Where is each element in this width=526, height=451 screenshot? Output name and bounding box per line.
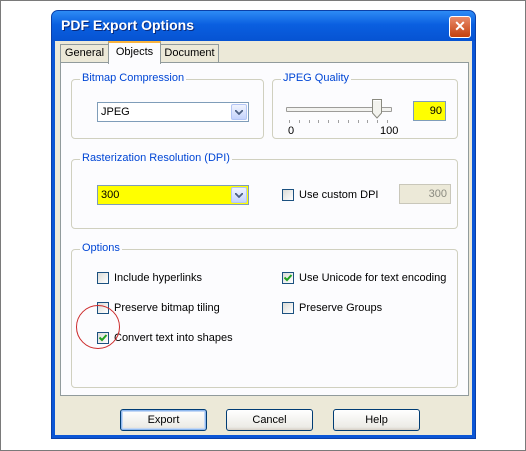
slider-tick [357, 120, 359, 123]
dialog-title: PDF Export Options [61, 17, 194, 33]
jpeg-quality-input[interactable]: 90 [413, 101, 446, 121]
bitmap-compression-value: JPEG [101, 106, 130, 118]
chevron-down-icon[interactable] [231, 104, 247, 120]
slider-tick [308, 120, 310, 123]
export-button[interactable]: Export [120, 409, 207, 431]
rasterization-dpi-value: 300 [101, 189, 120, 201]
include-hyperlinks-checkbox[interactable] [97, 272, 109, 284]
close-button[interactable]: ✕ [449, 16, 471, 38]
tab-document-label: Document [164, 47, 215, 59]
rasterization-group: Rasterization Resolution (DPI) 300 Use c… [71, 152, 458, 229]
tab-objects[interactable]: Objects [108, 41, 161, 64]
dialog-client-area: General Objects Document Bitmap Compress… [55, 41, 472, 435]
slider-tick [338, 120, 339, 123]
slider-tick [298, 120, 300, 123]
annotation-circle [76, 305, 120, 349]
use-unicode-label: Use Unicode for text encoding [299, 272, 447, 284]
preserve-bitmap-tiling-label: Preserve bitmap tiling [114, 302, 220, 314]
tab-objects-label: Objects [115, 46, 154, 58]
checkmark-icon [283, 274, 293, 282]
slider-tick [328, 120, 330, 123]
options-label: Options [80, 242, 122, 254]
options-group: Options Include hyperlinks Use Unicode f… [71, 242, 458, 388]
slider-tick [289, 120, 290, 123]
use-unicode-checkbox[interactable] [282, 272, 294, 284]
jpeg-quality-slider-thumb[interactable] [372, 99, 383, 119]
jpeg-quality-value: 90 [429, 105, 442, 117]
custom-dpi-label: Use custom DPI [299, 189, 379, 201]
chevron-down-icon[interactable] [231, 187, 247, 203]
bitmap-compression-group: Bitmap Compression JPEG [71, 72, 264, 139]
jpeg-quality-group: JPEG Quality 0 100 90 [272, 72, 458, 139]
rasterization-label: Rasterization Resolution (DPI) [80, 152, 232, 164]
bitmap-compression-select[interactable]: JPEG [97, 102, 249, 122]
custom-dpi-value: 300 [428, 188, 447, 200]
preserve-groups-label: Preserve Groups [299, 302, 383, 314]
dialog-window: PDF Export Options ✕ General Objects Doc… [51, 10, 476, 439]
help-button[interactable]: Help [333, 409, 420, 431]
jpeg-quality-min-label: 0 [288, 125, 295, 137]
jpeg-quality-label: JPEG Quality [281, 72, 352, 84]
tab-document[interactable]: Document [160, 44, 219, 62]
slider-tick [318, 120, 320, 123]
tab-general[interactable]: General [60, 44, 109, 62]
include-hyperlinks-label: Include hyperlinks [114, 272, 203, 284]
tab-general-label: General [64, 47, 105, 59]
cancel-button[interactable]: Cancel [226, 409, 313, 431]
slider-tick [387, 120, 388, 123]
slider-tick [377, 120, 379, 123]
bitmap-compression-label: Bitmap Compression [80, 72, 187, 84]
rasterization-dpi-select[interactable]: 300 [97, 185, 249, 205]
slider-tick [347, 120, 349, 123]
slider-tick [367, 120, 369, 123]
objects-tab-panel: Bitmap Compression JPEG JPEG Quality 0 1… [60, 62, 469, 396]
preserve-groups-checkbox[interactable] [282, 302, 294, 314]
custom-dpi-input[interactable]: 300 [399, 184, 451, 204]
title-bar[interactable]: PDF Export Options ✕ [52, 11, 475, 41]
close-icon: ✕ [454, 18, 466, 34]
convert-text-shapes-label: Convert text into shapes [114, 332, 233, 344]
custom-dpi-checkbox[interactable] [282, 189, 294, 201]
jpeg-quality-max-label: 100 [380, 125, 399, 137]
